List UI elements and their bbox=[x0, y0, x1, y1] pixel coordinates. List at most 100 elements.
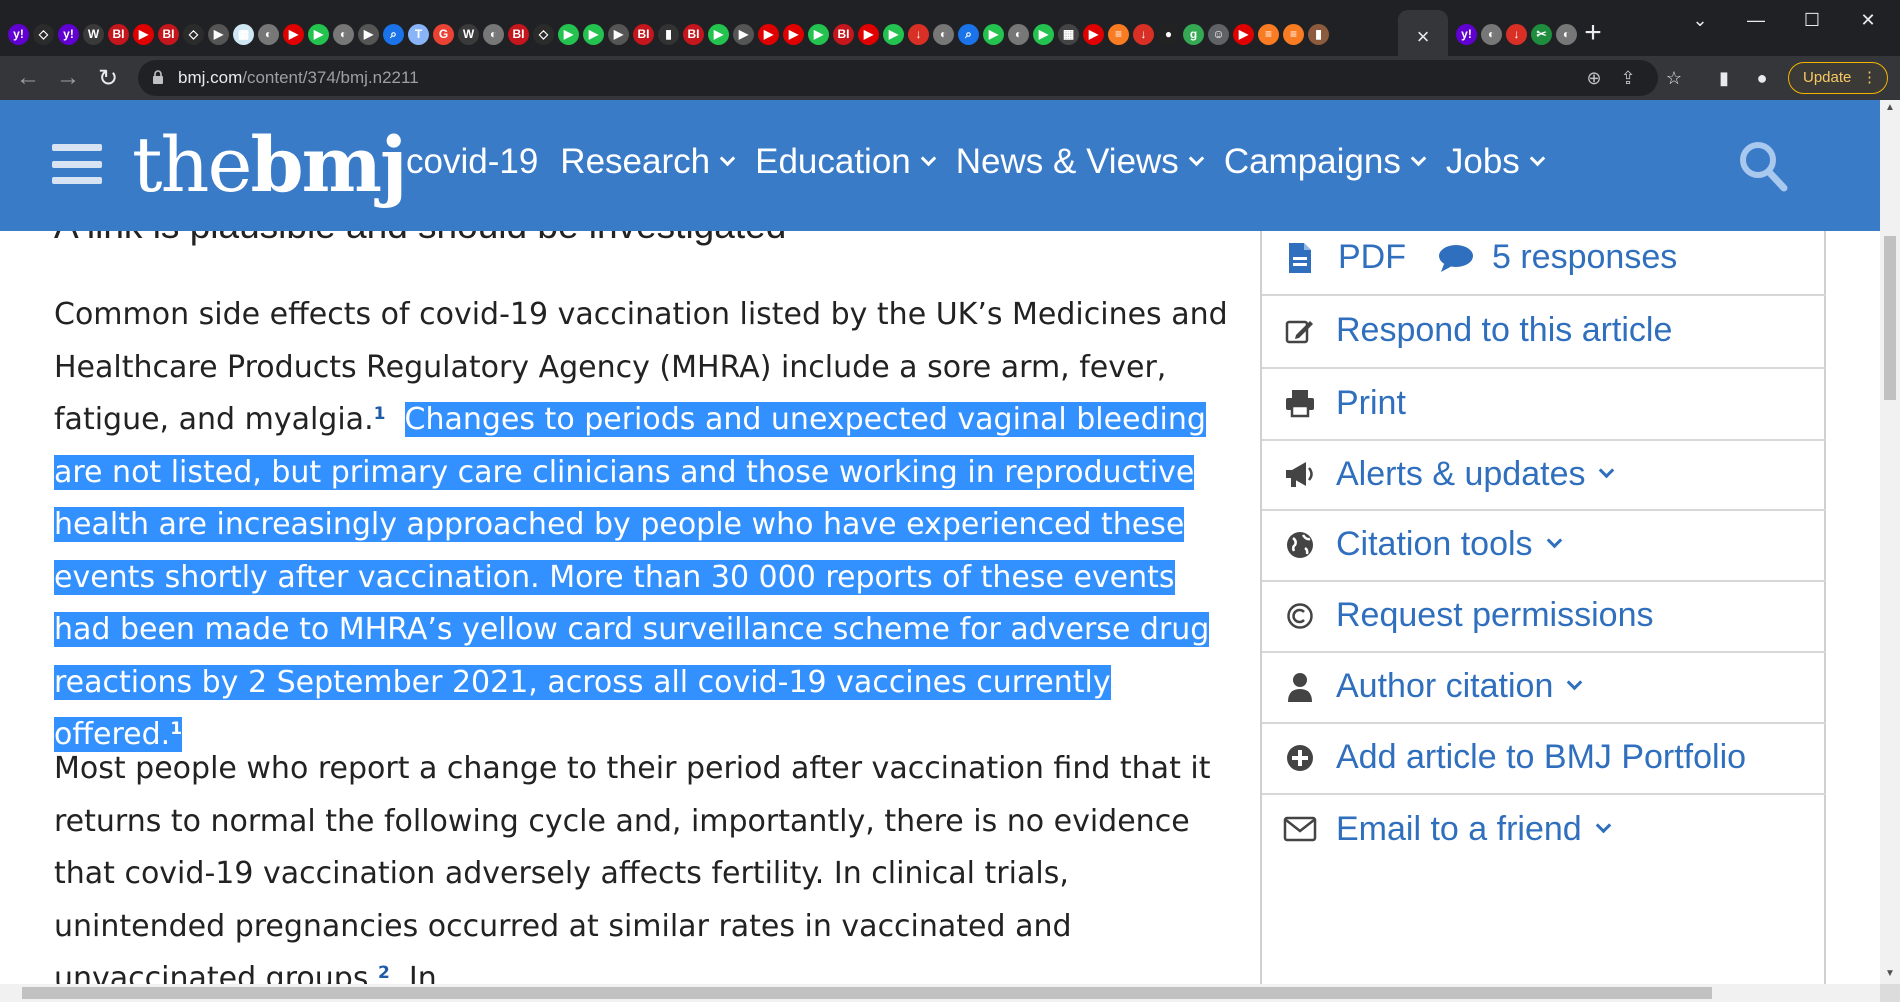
tab-favicon-icon[interactable]: ▶ bbox=[308, 23, 329, 45]
tab-favicon-icon[interactable]: ▶ bbox=[883, 23, 904, 45]
maximize-button[interactable]: ☐ bbox=[1784, 0, 1840, 40]
update-button[interactable]: Update ⋮ bbox=[1788, 62, 1888, 94]
close-tab-icon[interactable]: × bbox=[1417, 24, 1430, 50]
tab-right-favicon-icon[interactable]: ↓ bbox=[1506, 23, 1527, 45]
reference-link-1b[interactable]: 1 bbox=[170, 719, 182, 739]
tab-favicon-icon[interactable]: ◐ bbox=[483, 23, 504, 45]
vertical-scrollbar[interactable]: ▲ ▼ bbox=[1880, 100, 1900, 984]
tab-favicon-icon[interactable]: g bbox=[1183, 23, 1204, 45]
nav-item-research[interactable]: Research bbox=[560, 142, 736, 182]
side-panel-icon[interactable]: ▮ bbox=[1710, 64, 1738, 92]
reference-link-1[interactable]: 1 bbox=[374, 404, 386, 424]
hamburger-menu-icon[interactable] bbox=[52, 144, 102, 184]
tab-right-favicon-icon[interactable]: ◐ bbox=[1556, 23, 1577, 45]
tab-favicon-icon[interactable]: W bbox=[458, 23, 479, 45]
horizontal-scroll-thumb[interactable] bbox=[22, 987, 1712, 999]
tab-favicon-icon[interactable]: ◇ bbox=[183, 23, 204, 45]
vertical-scroll-thumb[interactable] bbox=[1884, 236, 1896, 400]
tab-favicon-icon[interactable]: G bbox=[433, 23, 454, 45]
reload-button[interactable]: ↻ bbox=[92, 62, 124, 94]
tab-favicon-icon[interactable]: ≡ bbox=[1108, 23, 1129, 45]
tab-favicon-icon[interactable]: ⌕ bbox=[383, 23, 404, 45]
menu-dots-icon[interactable]: ⋮ bbox=[1862, 63, 1877, 93]
zoom-icon[interactable]: ⊕ bbox=[1582, 66, 1606, 90]
tab-favicon-icon[interactable]: ▶ bbox=[1233, 23, 1254, 45]
tab-favicon-icon[interactable]: ▶ bbox=[708, 23, 729, 45]
tab-favicon-icon[interactable]: ≡ bbox=[1258, 23, 1279, 45]
tab-favicon-icon[interactable]: ▶ bbox=[808, 23, 829, 45]
tab-favicon-icon[interactable]: ◐ bbox=[258, 23, 279, 45]
sidebar-item-author-citation[interactable]: Author citation bbox=[1262, 651, 1826, 724]
tab-favicon-icon[interactable]: ▶ bbox=[733, 23, 754, 45]
tab-favicon-icon[interactable]: BI bbox=[158, 23, 179, 45]
search-icon[interactable] bbox=[1738, 140, 1788, 192]
tab-favicon-icon[interactable]: ▦ bbox=[1058, 23, 1079, 45]
tab-favicon-icon[interactable]: ▶ bbox=[1033, 23, 1054, 45]
reference-link-2[interactable]: 2 bbox=[378, 963, 390, 983]
tab-favicon-icon[interactable]: BI bbox=[683, 23, 704, 45]
sidebar-item-respond-to-this-article[interactable]: Respond to this article bbox=[1262, 294, 1826, 369]
tab-favicon-icon[interactable]: ◐ bbox=[333, 23, 354, 45]
tab-right-favicon-icon[interactable]: ✂ bbox=[1531, 23, 1552, 45]
profile-avatar[interactable]: ● bbox=[1748, 64, 1776, 92]
nav-item-campaigns[interactable]: Campaigns bbox=[1224, 142, 1427, 182]
tab-favicon-icon[interactable]: BI bbox=[633, 23, 654, 45]
back-button[interactable]: ← bbox=[12, 62, 44, 94]
sidebar-item-add-article-to-bmj-portfolio[interactable]: Add article to BMJ Portfolio bbox=[1262, 722, 1826, 795]
minimize-button[interactable]: — bbox=[1728, 0, 1784, 40]
nav-item-education[interactable]: Education bbox=[755, 142, 937, 182]
tab-favicon-icon[interactable]: ◇ bbox=[533, 23, 554, 45]
url-text[interactable]: bmj.com/content/374/bmj.n2211 bbox=[178, 68, 419, 88]
tab-favicon-icon[interactable]: BI bbox=[833, 23, 854, 45]
tab-favicon-icon[interactable]: ▶ bbox=[983, 23, 1004, 45]
sidebar-item-citation-tools[interactable]: Citation tools bbox=[1262, 509, 1826, 582]
tab-search-icon[interactable]: ⌄ bbox=[1672, 0, 1728, 40]
tab-favicon-icon[interactable]: ● bbox=[1158, 23, 1179, 45]
nav-item-covid-19[interactable]: covid-19 bbox=[406, 142, 538, 182]
tab-favicon-icon[interactable]: BI bbox=[108, 23, 129, 45]
tab-favicon-icon[interactable]: y! bbox=[8, 23, 29, 45]
nav-item-jobs[interactable]: Jobs bbox=[1446, 142, 1546, 182]
share-icon[interactable]: ⇪ bbox=[1616, 66, 1640, 90]
nav-item-news-views[interactable]: News & Views bbox=[956, 142, 1205, 182]
tab-favicon-icon[interactable]: y! bbox=[58, 23, 79, 45]
tab-right-favicon-icon[interactable]: y! bbox=[1456, 23, 1477, 45]
tab-right-favicon-icon[interactable]: ◐ bbox=[1481, 23, 1502, 45]
tab-favicon-icon[interactable]: ▶ bbox=[608, 23, 629, 45]
horizontal-scrollbar[interactable] bbox=[0, 984, 1880, 1002]
tab-favicon-icon[interactable]: ▶ bbox=[858, 23, 879, 45]
forward-button[interactable]: → bbox=[52, 62, 84, 94]
sidebar-item-print[interactable]: Print bbox=[1262, 367, 1826, 441]
tab-favicon-icon[interactable]: ▶ bbox=[283, 23, 304, 45]
tab-favicon-icon[interactable]: ▦ bbox=[233, 23, 254, 45]
tab-favicon-icon[interactable]: W bbox=[83, 23, 104, 45]
tab-favicon-icon[interactable]: ▶ bbox=[1083, 23, 1104, 45]
scroll-up-arrow[interactable]: ▲ bbox=[1884, 102, 1896, 114]
tab-favicon-icon[interactable]: ▶ bbox=[208, 23, 229, 45]
scroll-down-arrow[interactable]: ▼ bbox=[1884, 968, 1896, 980]
tab-favicon-icon[interactable]: BI bbox=[508, 23, 529, 45]
tab-favicon-icon[interactable]: ▶ bbox=[133, 23, 154, 45]
tab-favicon-icon[interactable]: ▶ bbox=[358, 23, 379, 45]
tab-favicon-icon[interactable]: ◐ bbox=[933, 23, 954, 45]
tab-favicon-icon[interactable]: ▶ bbox=[783, 23, 804, 45]
sidebar-item-alerts-updates[interactable]: Alerts & updates bbox=[1262, 439, 1826, 511]
responses-link[interactable]: 5 responses bbox=[1492, 238, 1677, 277]
tab-favicon-icon[interactable]: ⌕ bbox=[958, 23, 979, 45]
new-tab-button[interactable]: + bbox=[1578, 18, 1608, 48]
tab-favicon-icon[interactable]: ▮ bbox=[658, 23, 679, 45]
tab-favicon-icon[interactable]: ▶ bbox=[758, 23, 779, 45]
close-window-button[interactable]: ✕ bbox=[1840, 0, 1896, 40]
tab-favicon-icon[interactable]: ↓ bbox=[908, 23, 929, 45]
tab-favicon-icon[interactable]: T bbox=[408, 23, 429, 45]
bookmark-star-icon[interactable]: ☆ bbox=[1660, 64, 1688, 92]
tab-favicon-icon[interactable]: ▶ bbox=[558, 23, 579, 45]
tab-favicon-icon[interactable]: ≡ bbox=[1283, 23, 1304, 45]
tab-favicon-icon[interactable]: ◇ bbox=[33, 23, 54, 45]
tab-favicon-icon[interactable]: ◐ bbox=[1008, 23, 1029, 45]
pdf-icon[interactable] bbox=[1280, 238, 1320, 278]
sidebar-item-request-permissions[interactable]: Request permissions bbox=[1262, 580, 1826, 653]
tab-favicon-icon[interactable]: ▮ bbox=[1308, 23, 1329, 45]
pdf-link[interactable]: PDF bbox=[1338, 238, 1406, 277]
tab-favicon-icon[interactable]: ☺ bbox=[1208, 23, 1229, 45]
